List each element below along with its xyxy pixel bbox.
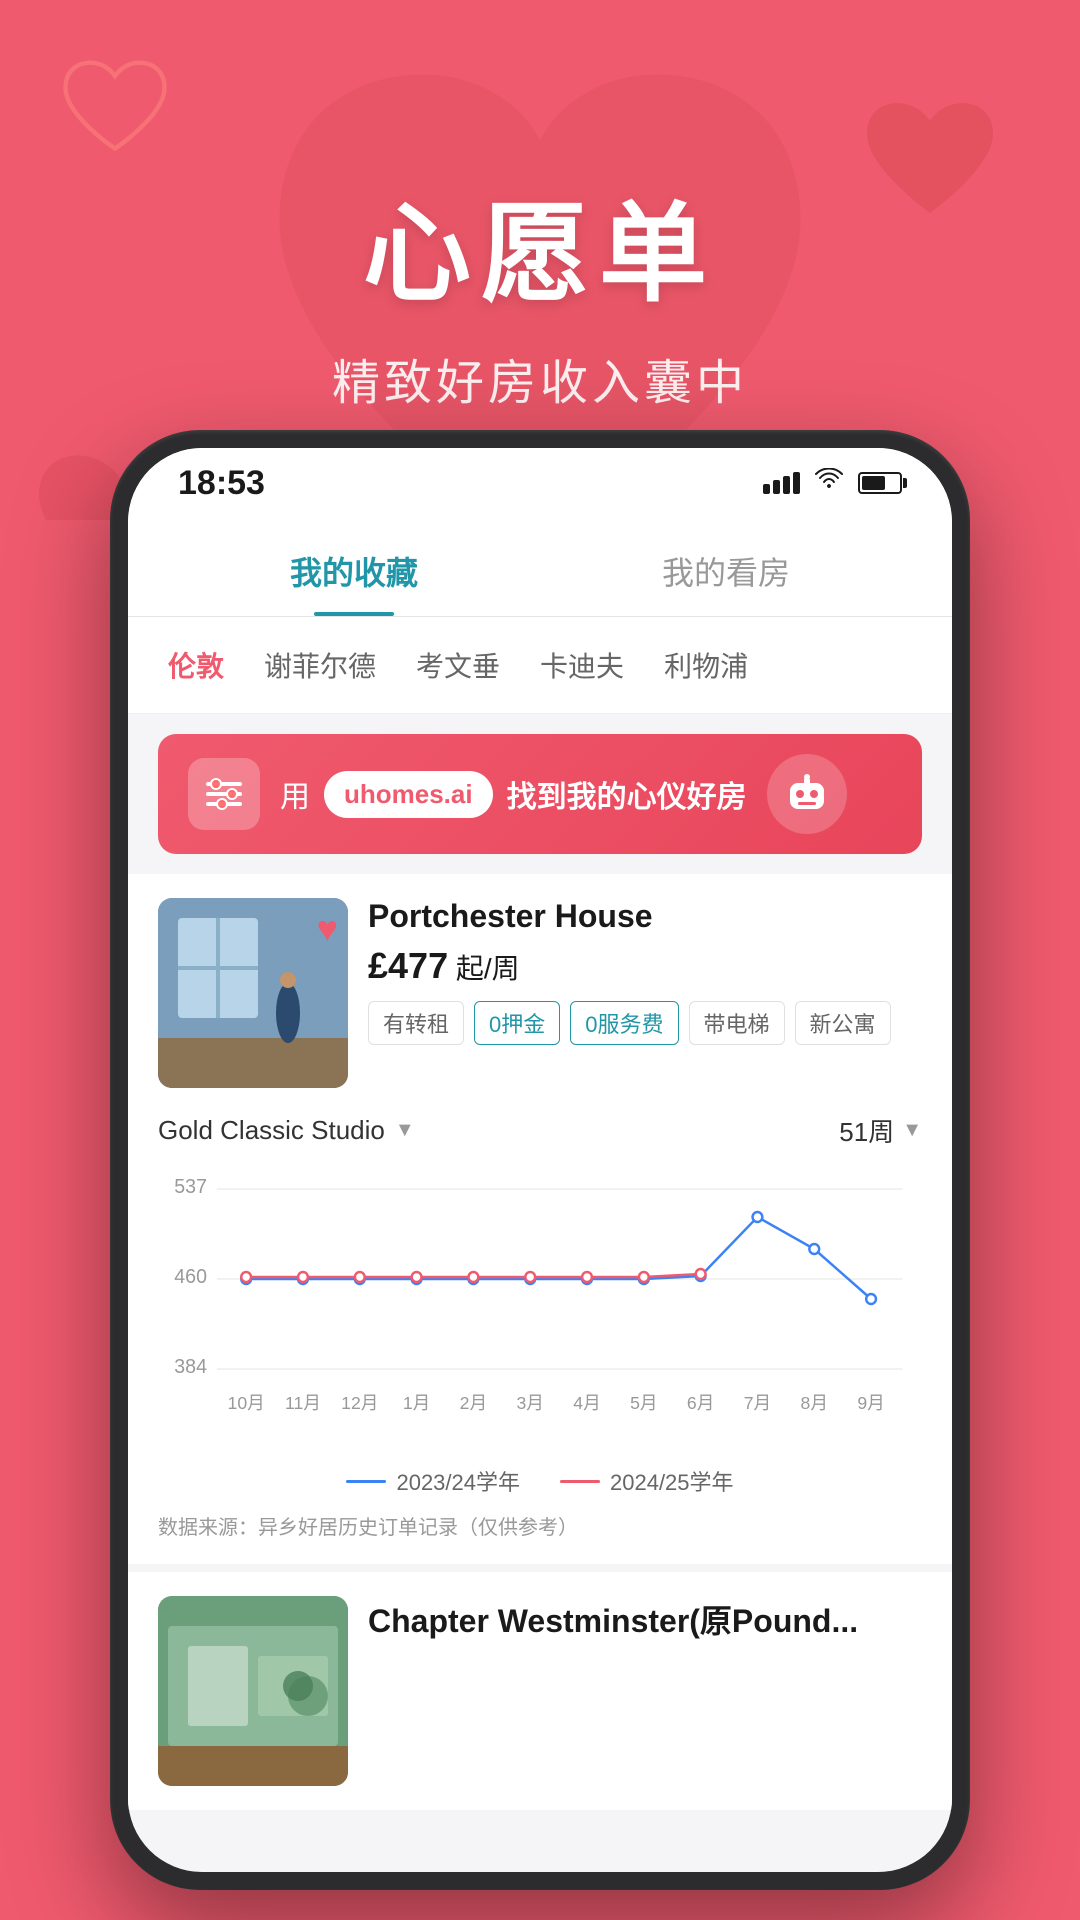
svg-text:537: 537 xyxy=(174,1176,207,1198)
tab-favorites[interactable]: 我的收藏 xyxy=(168,518,540,616)
legend-2425: 2024/25学年 xyxy=(560,1465,734,1497)
chart-note: 数据来源：异乡好居历史订单记录（仅供参考） xyxy=(158,1511,922,1540)
svg-text:384: 384 xyxy=(174,1356,207,1378)
signal-icon xyxy=(763,472,800,494)
status-time: 18:53 xyxy=(178,464,265,503)
property-2-name: Chapter Westminster(原Pound... xyxy=(368,1596,922,1642)
chart-header: Gold Classic Studio ▼ 51周 ▼ xyxy=(158,1112,922,1149)
property-tags: 有转租 0押金 0服务费 带电梯 新公寓 xyxy=(368,1001,922,1045)
hero-title: 心愿单 xyxy=(363,167,717,323)
svg-text:7月: 7月 xyxy=(744,1393,771,1413)
property-2-info: Chapter Westminster(原Pound... xyxy=(368,1596,922,1786)
room-type-selector[interactable]: Gold Classic Studio ▼ xyxy=(158,1115,415,1146)
svg-text:11月: 11月 xyxy=(285,1393,321,1413)
tag-sublease: 有转租 xyxy=(368,1001,464,1045)
tab-viewings[interactable]: 我的看房 xyxy=(540,518,912,616)
city-london[interactable]: 伦敦 xyxy=(168,637,224,693)
battery-icon xyxy=(858,472,902,494)
svg-text:460: 460 xyxy=(174,1266,207,1288)
ai-banner[interactable]: 用 uhomes.ai 找到我的心仪好房 xyxy=(158,734,922,854)
tag-new: 新公寓 xyxy=(795,1001,891,1045)
svg-text:10月: 10月 xyxy=(228,1393,265,1413)
ai-robot-icon xyxy=(767,754,847,834)
status-bar: 18:53 xyxy=(128,448,952,518)
favorite-heart-icon[interactable]: ♥ xyxy=(317,908,338,950)
legend-2324: 2023/24学年 xyxy=(346,1465,520,1497)
wifi-icon xyxy=(814,468,844,499)
city-sheffield[interactable]: 谢菲尔德 xyxy=(264,637,376,693)
property-price: £477 起/周 xyxy=(368,945,922,987)
svg-text:2月: 2月 xyxy=(460,1393,487,1413)
property-card-2: Chapter Westminster(原Pound... xyxy=(128,1572,952,1810)
property-card-1: ♥ ★ 4.6(39条) Portchester House £477 起/ xyxy=(128,874,952,1564)
status-icons xyxy=(763,468,902,499)
weeks-dropdown-icon: ▼ xyxy=(902,1119,922,1142)
tab-bar: 我的收藏 我的看房 xyxy=(128,518,952,617)
phone-mockup: 18:53 xyxy=(110,430,970,1890)
ai-filter-icon xyxy=(188,758,260,830)
property-name: Portchester House xyxy=(368,898,922,935)
chart-svg: 537 460 384 10月 11月 12月 1月 2月 3月 4月 xyxy=(158,1169,922,1449)
legend-blue-dot xyxy=(346,1480,386,1483)
property-top-row: ♥ ★ 4.6(39条) Portchester House £477 起/ xyxy=(158,898,922,1088)
price-chart: 537 460 384 10月 11月 12月 1月 2月 3月 4月 xyxy=(158,1169,922,1449)
price-value: £477 xyxy=(368,945,448,986)
ai-banner-text: 找到我的心仪好房 xyxy=(507,772,747,816)
svg-text:1月: 1月 xyxy=(403,1393,430,1413)
tag-elevator: 带电梯 xyxy=(689,1001,785,1045)
phone-screen: 18:53 xyxy=(128,448,952,1872)
chart-legend: 2023/24学年 2024/25学年 xyxy=(158,1465,922,1497)
chart-section: Gold Classic Studio ▼ 51周 ▼ xyxy=(158,1088,922,1540)
property-info: Portchester House £477 起/周 有转租 0押金 0服务费 … xyxy=(368,898,922,1088)
svg-text:8月: 8月 xyxy=(801,1393,828,1413)
ai-url-badge: uhomes.ai xyxy=(324,771,493,818)
price-suffix: 起/周 xyxy=(456,953,520,984)
svg-text:6月: 6月 xyxy=(687,1393,714,1413)
phone-outer-frame: 18:53 xyxy=(110,430,970,1890)
property-image-1: ♥ ★ 4.6(39条) xyxy=(158,898,348,1088)
svg-text:5月: 5月 xyxy=(630,1393,657,1413)
svg-text:4月: 4月 xyxy=(573,1393,600,1413)
dropdown-arrow-icon: ▼ xyxy=(395,1119,415,1142)
tag-service: 0服务费 xyxy=(570,1001,678,1045)
city-cardiff[interactable]: 卡迪夫 xyxy=(540,637,624,693)
city-filter: 伦敦 谢菲尔德 考文垂 卡迪夫 利物浦 xyxy=(128,617,952,714)
city-coventry[interactable]: 考文垂 xyxy=(416,637,500,693)
svg-text:12月: 12月 xyxy=(341,1393,378,1413)
svg-text:3月: 3月 xyxy=(516,1393,543,1413)
property-image-2 xyxy=(158,1596,348,1786)
weeks-selector[interactable]: 51周 ▼ xyxy=(839,1112,922,1149)
scroll-content: ♥ ★ 4.6(39条) Portchester House £477 起/ xyxy=(128,874,952,1810)
hero-subtitle: 精致好房收入囊中 xyxy=(332,343,748,413)
city-liverpool[interactable]: 利物浦 xyxy=(664,637,748,693)
legend-red-dot xyxy=(560,1480,600,1483)
tag-deposit: 0押金 xyxy=(474,1001,560,1045)
svg-text:9月: 9月 xyxy=(857,1393,884,1413)
